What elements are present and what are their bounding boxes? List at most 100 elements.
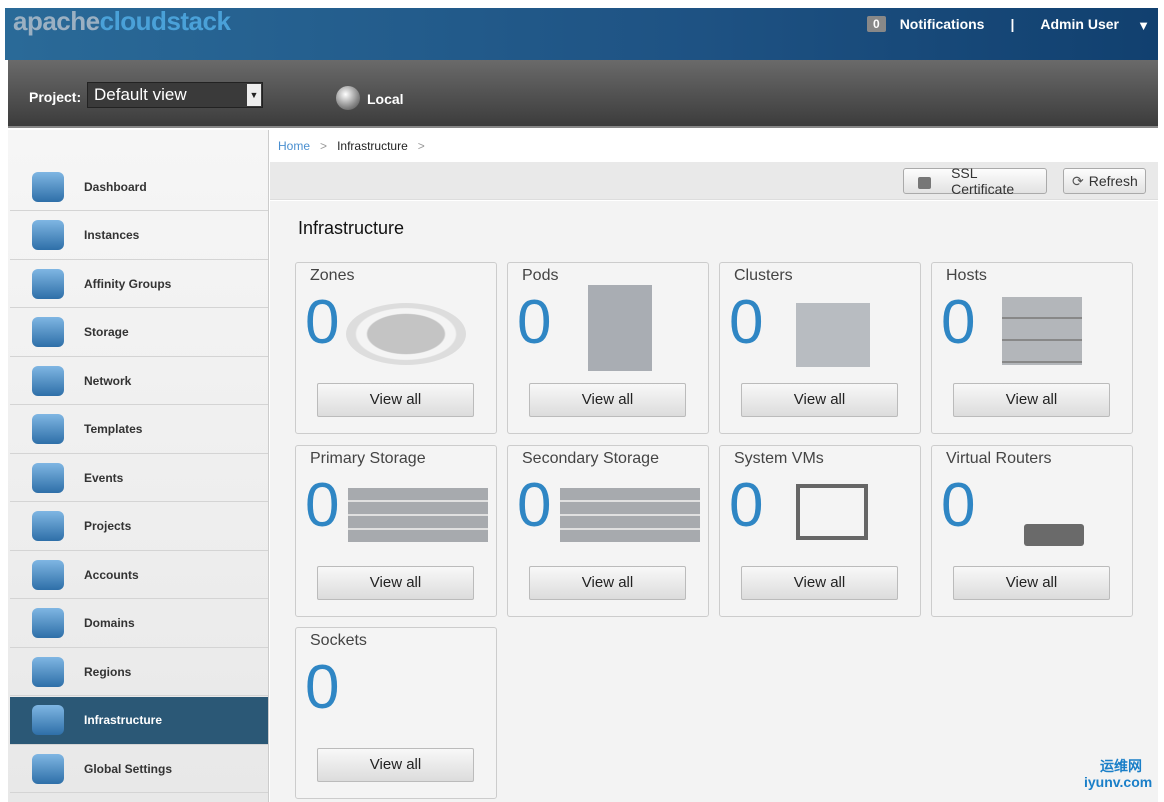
sidebar-item-label: Templates [84, 422, 143, 436]
sidebar-item-accounts[interactable]: Accounts [10, 551, 268, 599]
sidebar-item-label: Instances [84, 228, 140, 242]
project-select-value: Default view [94, 85, 187, 104]
breadcrumb-current[interactable]: Infrastructure [337, 139, 408, 153]
project-select[interactable]: Default view ▼ [87, 82, 263, 108]
sidebar-item-network[interactable]: Network [10, 357, 268, 405]
sidebar-item-label: Affinity Groups [84, 276, 172, 291]
notifications-link[interactable]: Notifications [900, 16, 985, 32]
sidebar-item-templates[interactable]: Templates [10, 406, 268, 454]
templates-icon [32, 414, 64, 444]
view-all-button[interactable]: View all [529, 566, 686, 600]
watermark: 运维网 iyunv.com [1062, 758, 1152, 790]
sidebar-item-domains[interactable]: Domains [10, 600, 268, 648]
breadcrumb-sep: > [417, 139, 425, 153]
global-settings-icon [32, 753, 64, 784]
card-title: Secondary Storage [522, 450, 659, 467]
card-count: 0 [941, 288, 976, 357]
refresh-button[interactable]: ⟳ Refresh [1063, 168, 1146, 194]
affinity-groups-icon [32, 268, 64, 299]
ssl-label: SSL Certificate [951, 165, 1015, 197]
sidebar-item-label: Network [84, 373, 132, 388]
accounts-icon [32, 559, 64, 590]
view-all-button[interactable]: View all [741, 566, 898, 600]
sidebar-item-label: Storage [84, 325, 129, 339]
sidebar-item-infrastructure[interactable]: Infrastructure [10, 696, 268, 745]
project-label: Project: [29, 89, 82, 105]
card-count: 0 [729, 288, 764, 357]
view-all-button[interactable]: View all [317, 566, 474, 600]
infrastructure-icon [32, 705, 64, 735]
page-title: Infrastructure [298, 218, 405, 238]
view-all-button[interactable]: View all [953, 566, 1110, 600]
zone-selector[interactable]: Local [367, 91, 404, 107]
card-sockets: Sockets 0 View all [295, 627, 497, 799]
card-clusters: Clusters 0 View all [719, 262, 921, 434]
user-dropdown-icon[interactable]: ▼ [1137, 18, 1150, 33]
view-all-button[interactable]: View all [741, 383, 898, 417]
breadcrumb: Home > Infrastructure > [270, 130, 1158, 162]
card-zones: Zones 0 View all [295, 262, 497, 434]
card-system-vms: System VMs 0 View all [719, 445, 921, 617]
sidebar-item-label: Global Settings [84, 761, 173, 776]
cluster-icon [796, 303, 870, 367]
card-count: 0 [305, 471, 340, 540]
ssl-certificate-button[interactable]: SSL Certificate [903, 165, 1047, 197]
refresh-icon: ⟳ [1072, 172, 1084, 189]
sidebar-item-dashboard[interactable]: Dashboard [10, 163, 268, 211]
secondary-storage-icon [560, 488, 700, 542]
view-all-button[interactable]: View all [529, 383, 686, 417]
card-title: Zones [310, 267, 355, 284]
breadcrumb-home[interactable]: Home [278, 139, 310, 153]
breadcrumb-sep: > [320, 139, 328, 153]
project-bar: Project: Default view ▼ Local [8, 60, 1158, 128]
user-menu[interactable]: Admin User [1040, 16, 1119, 32]
sidebar-item-label: Regions [84, 664, 132, 679]
card-title: Pods [522, 267, 559, 284]
notification-count: 0 [867, 16, 886, 32]
regions-icon [32, 656, 64, 687]
toolbar: SSL Certificate ⟳ Refresh [270, 162, 1158, 200]
sidebar-item-events[interactable]: Events [10, 454, 268, 502]
instances-icon [32, 220, 64, 250]
refresh-label: Refresh [1088, 173, 1138, 189]
notifications[interactable]: 0 Notifications | Admin User [867, 16, 1119, 32]
card-secondary-storage: Secondary Storage 0 View all [507, 445, 709, 617]
pod-icon [588, 285, 652, 371]
domains-icon [32, 608, 64, 638]
sidebar-item-projects[interactable]: Projects [10, 503, 268, 551]
network-icon [32, 365, 64, 396]
projects-icon [32, 511, 64, 541]
card-primary-storage: Primary Storage 0 View all [295, 445, 497, 617]
top-header: apachecloudstack 0 Notifications | Admin… [5, 6, 1158, 60]
lock-icon [918, 177, 932, 189]
host-icon [1002, 297, 1082, 365]
separator: | [1010, 16, 1015, 32]
watermark-line1: 运维网 [1100, 758, 1142, 774]
card-count: 0 [941, 471, 976, 540]
sidebar-item-global-settings[interactable]: Global Settings [10, 745, 268, 793]
card-count: 0 [305, 653, 340, 722]
sidebar-item-regions[interactable]: Regions [10, 648, 268, 696]
card-pods: Pods 0 View all [507, 262, 709, 434]
view-all-button[interactable]: View all [953, 383, 1110, 417]
card-title: Clusters [734, 267, 793, 284]
monitor-icon [796, 484, 868, 540]
sidebar-item-instances[interactable]: Instances [10, 212, 268, 260]
sidebar: Dashboard Instances Affinity Groups Storage… [8, 130, 269, 802]
sidebar-item-label: Events [84, 470, 124, 485]
watermark-line2: iyunv.com [1084, 774, 1153, 790]
card-title: Hosts [946, 267, 987, 284]
card-title: Primary Storage [310, 450, 426, 467]
card-count: 0 [517, 471, 552, 540]
card-title: System VMs [734, 450, 824, 467]
events-icon [32, 462, 64, 493]
card-count: 0 [305, 288, 340, 357]
card-count: 0 [517, 288, 552, 357]
view-all-button[interactable]: View all [317, 748, 474, 782]
sidebar-item-label: Dashboard [84, 179, 147, 194]
sidebar-item-affinity-groups[interactable]: Affinity Groups [10, 260, 268, 308]
sidebar-item-storage[interactable]: Storage [10, 309, 268, 357]
router-icon [1024, 524, 1084, 546]
view-all-button[interactable]: View all [317, 383, 474, 417]
card-title: Sockets [310, 632, 367, 649]
